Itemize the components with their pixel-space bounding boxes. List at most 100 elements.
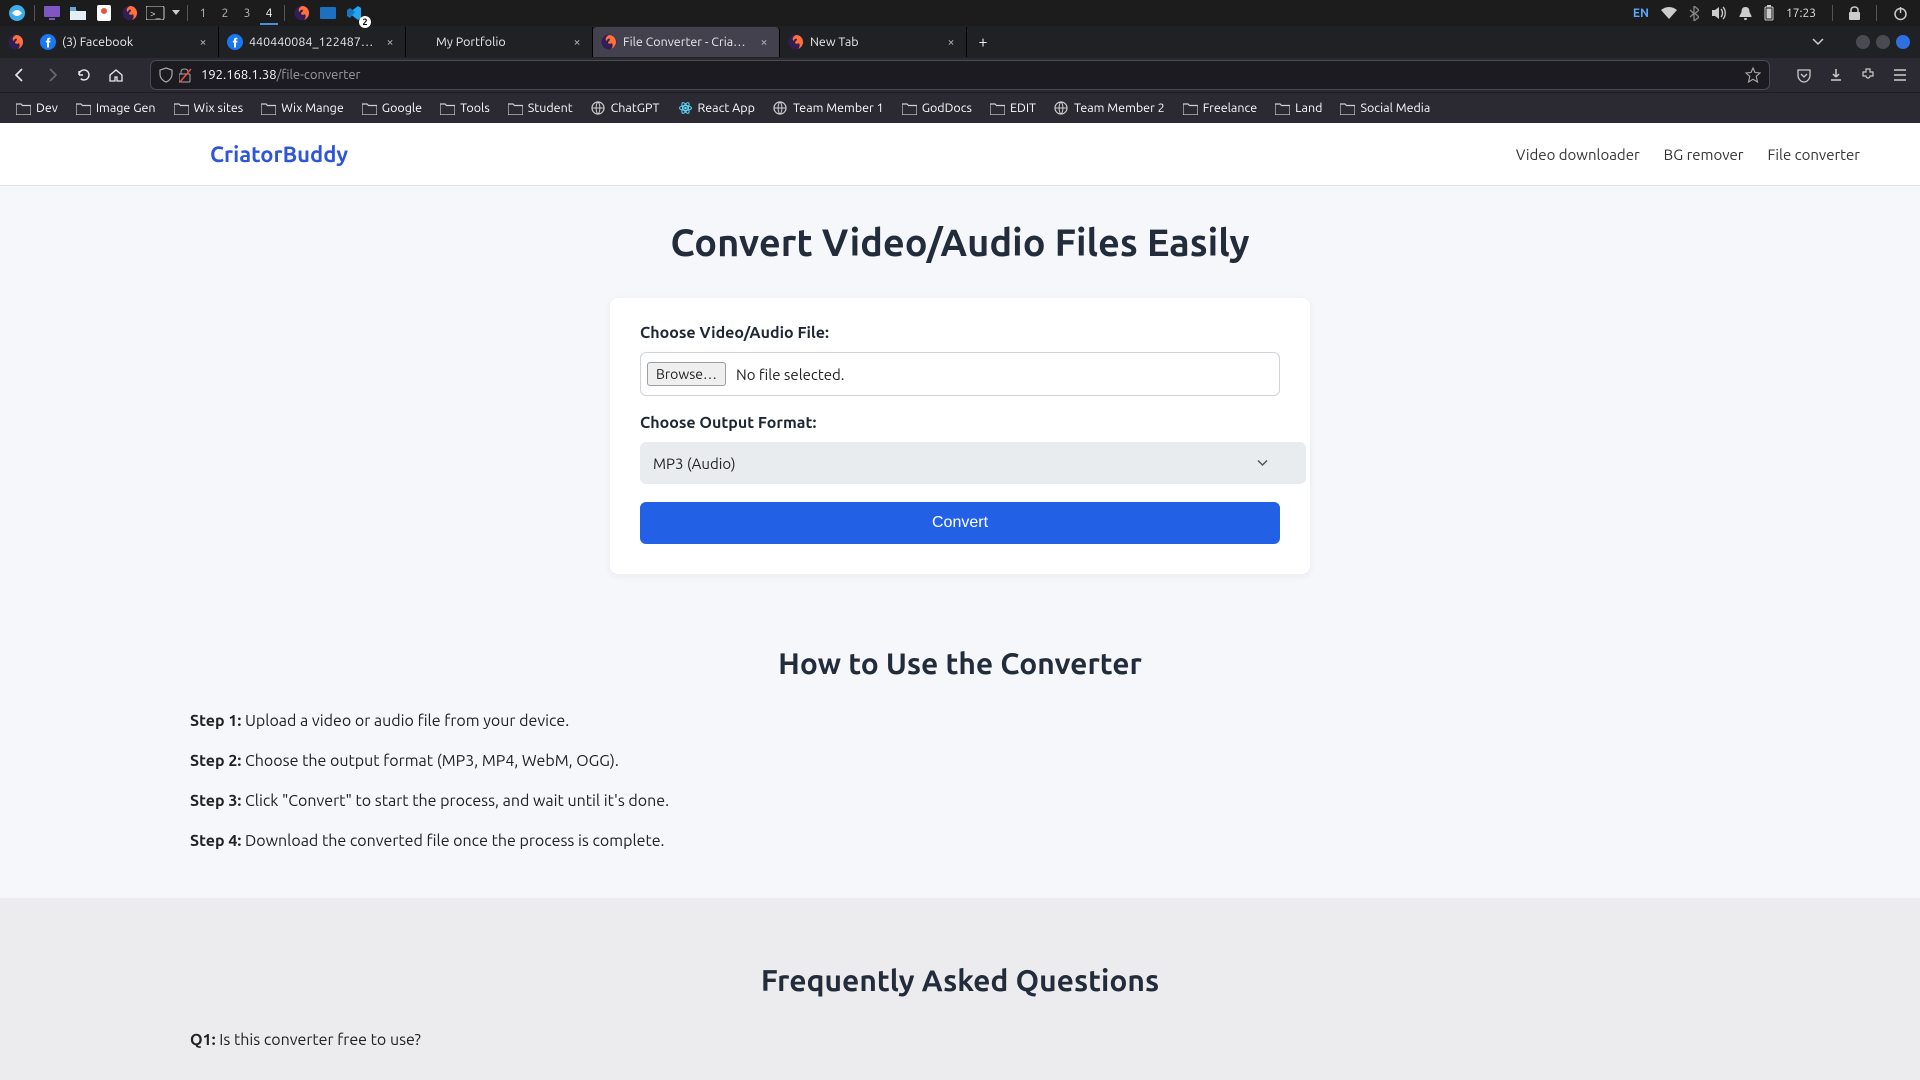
nav-home-button[interactable] <box>102 61 130 89</box>
tab-close-icon[interactable]: × <box>942 33 960 51</box>
tab-close-icon[interactable]: × <box>194 33 212 51</box>
clock[interactable]: 17:23 <box>1786 7 1816 20</box>
format-select-label: Choose Output Format: <box>640 414 1280 432</box>
browser-tab[interactable]: File Converter - CriatorBuddy× <box>593 27 780 57</box>
folder-icon <box>1183 101 1198 116</box>
task-vscode-icon[interactable]: 2 <box>341 0 367 26</box>
globe-icon <box>773 101 788 116</box>
faq-q1: Q1: Is this converter free to use? <box>190 1031 1730 1049</box>
bookmark-label: Dev <box>36 101 58 115</box>
notifications-icon[interactable] <box>1739 6 1752 21</box>
bookmark-item[interactable]: Wix sites <box>166 98 252 119</box>
bookmark-item[interactable]: Team Member 1 <box>765 98 892 119</box>
tab-close-icon[interactable]: × <box>568 33 586 51</box>
firefox-toolbar-icon[interactable] <box>0 34 32 50</box>
bookmark-item[interactable]: Social Media <box>1332 98 1438 119</box>
hero-heading: Convert Video/Audio Files Easily <box>0 222 1920 264</box>
workspace-3[interactable]: 3 <box>236 0 258 26</box>
svg-text:>_: >_ <box>150 8 161 19</box>
battery-icon[interactable] <box>1764 5 1774 21</box>
bookmark-label: Freelance <box>1203 101 1257 115</box>
bookmark-item[interactable]: Dev <box>8 98 66 119</box>
volume-icon[interactable] <box>1711 6 1727 20</box>
app-files-icon[interactable] <box>65 0 91 26</box>
bookmark-label: Student <box>528 101 573 115</box>
bookmark-item[interactable]: GodDocs <box>894 98 980 119</box>
lock-session-icon[interactable] <box>1849 6 1860 20</box>
power-icon[interactable] <box>1893 6 1908 21</box>
bookmark-item[interactable]: Student <box>500 98 581 119</box>
bookmark-item[interactable]: ChatGPT <box>583 98 668 119</box>
app-firefox-icon[interactable] <box>117 0 143 26</box>
browser-tab[interactable]: 440440084_1224874608× <box>219 27 406 57</box>
url-bar[interactable]: 192.168.1.38/file-converter <box>150 60 1770 90</box>
convert-button[interactable]: Convert <box>640 502 1280 544</box>
bookmark-item[interactable]: Freelance <box>1175 98 1265 119</box>
bookmark-item[interactable]: Tools <box>432 98 498 119</box>
site-nav-link[interactable]: File converter <box>1767 146 1860 163</box>
browse-button[interactable]: Browse… <box>647 362 726 386</box>
bookmark-item[interactable]: Wix Mange <box>253 98 352 119</box>
tab-favicon <box>601 34 617 50</box>
app-launcher-icon[interactable] <box>4 0 30 26</box>
browser-tab[interactable]: (3) Facebook × <box>32 27 219 57</box>
app-menu-icon[interactable] <box>1886 61 1914 89</box>
page-content: CriatorBuddy Video downloader BG remover F… <box>0 123 1920 1080</box>
brand-logo[interactable]: CriatorBuddy <box>210 142 348 167</box>
bookmark-item[interactable]: EDIT <box>982 98 1044 119</box>
file-input[interactable]: Browse… No file selected. <box>640 352 1280 396</box>
folder-icon <box>902 101 917 116</box>
pocket-icon[interactable] <box>1790 61 1818 89</box>
browser-tab[interactable]: My Portfolio× <box>406 27 593 57</box>
window-close-dot[interactable] <box>1896 35 1910 49</box>
workspace-1[interactable]: 1 <box>192 0 214 26</box>
shield-icon[interactable] <box>159 67 173 83</box>
bookmark-label: Wix sites <box>194 101 244 115</box>
window-minimize-dot[interactable] <box>1856 35 1870 49</box>
insecure-lock-icon[interactable] <box>179 68 193 83</box>
bookmark-label: Google <box>382 101 422 115</box>
site-nav-link[interactable]: Video downloader <box>1516 146 1640 163</box>
folder-icon <box>990 101 1005 116</box>
tabs-dropdown-icon[interactable] <box>1812 38 1824 46</box>
terminal-dropdown-icon[interactable] <box>169 0 183 26</box>
app-browser-icon[interactable] <box>91 0 117 26</box>
extensions-icon[interactable] <box>1854 61 1882 89</box>
wifi-icon[interactable] <box>1661 7 1677 19</box>
app-desktop-icon[interactable] <box>39 0 65 26</box>
tab-title: New Tab <box>810 35 936 49</box>
task-desktop-icon[interactable] <box>315 0 341 26</box>
task-firefox-icon[interactable] <box>289 0 315 26</box>
tab-favicon <box>788 34 804 50</box>
site-nav-link[interactable]: BG remover <box>1664 146 1744 163</box>
workspace-2[interactable]: 2 <box>214 0 236 26</box>
bookmark-item[interactable]: Image Gen <box>68 98 164 119</box>
faq-section: Frequently Asked Questions Q1: Is this c… <box>0 898 1920 1080</box>
bookmark-item[interactable]: Team Member 2 <box>1046 98 1173 119</box>
bookmark-star-icon[interactable] <box>1745 67 1761 83</box>
app-terminal-icon[interactable]: >_ <box>143 0 169 26</box>
tab-close-icon[interactable]: × <box>381 33 399 51</box>
format-select[interactable]: MP3 (Audio) <box>640 442 1306 484</box>
window-maximize-dot[interactable] <box>1876 35 1890 49</box>
bookmark-item[interactable]: React App <box>670 98 763 119</box>
tab-favicon <box>40 34 56 50</box>
browser-tab[interactable]: New Tab × <box>780 27 967 57</box>
folder-icon <box>508 101 523 116</box>
vscode-badge: 2 <box>359 16 371 28</box>
bluetooth-icon[interactable] <box>1689 6 1699 21</box>
howto-step: Step 2: Choose the output format (MP3, M… <box>190 752 1730 770</box>
file-input-label: Choose Video/Audio File: <box>640 324 1280 342</box>
bookmark-item[interactable]: Google <box>354 98 430 119</box>
new-tab-button[interactable]: + <box>967 26 999 58</box>
tab-close-icon[interactable]: × <box>755 33 773 51</box>
tab-title: (3) Facebook <box>62 35 188 49</box>
bookmark-item[interactable]: Land <box>1267 98 1330 119</box>
keyboard-lang[interactable]: EN <box>1633 7 1649 20</box>
bookmark-label: Land <box>1295 101 1322 115</box>
workspace-4[interactable]: 4 <box>258 0 280 26</box>
nav-reload-button[interactable] <box>70 61 98 89</box>
nav-back-button[interactable] <box>6 61 34 89</box>
downloads-icon[interactable] <box>1822 61 1850 89</box>
bookmark-label: Team Member 2 <box>1074 101 1165 115</box>
